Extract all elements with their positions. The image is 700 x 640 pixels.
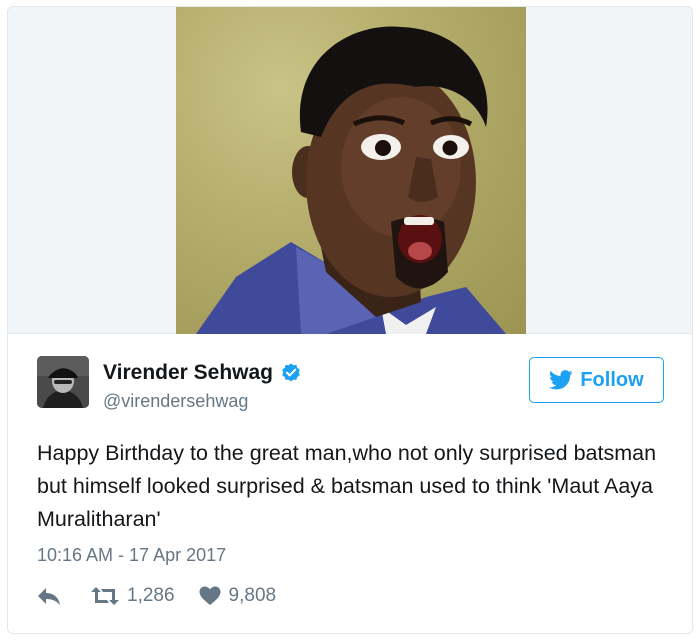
twitter-bird-icon	[549, 370, 573, 390]
tweet-text: Happy Birthday to the great man,who not …	[37, 441, 657, 531]
retweet-button[interactable]: 1,286	[91, 585, 175, 607]
tweet-photo[interactable]	[176, 7, 526, 334]
avatar-image	[37, 356, 89, 408]
author-avatar[interactable]	[37, 356, 89, 408]
tweet-actions: 1,286 9,808	[37, 583, 276, 609]
author-name[interactable]: Virender Sehwag	[103, 361, 273, 385]
verified-badge-icon	[282, 363, 300, 382]
tweet-card: Virender Sehwag @virendersehwag Follow H…	[7, 6, 693, 634]
reply-button[interactable]	[37, 586, 61, 606]
heart-icon	[199, 586, 221, 605]
follow-label: Follow	[580, 368, 644, 391]
tweet-media[interactable]	[8, 7, 692, 334]
author-name-row: Virender Sehwag	[103, 361, 302, 385]
author-handle[interactable]: @virendersehwag	[103, 391, 248, 412]
photo-illustration	[196, 26, 506, 334]
tweet-timestamp[interactable]: 10:16 AM - 17 Apr 2017	[37, 545, 226, 566]
like-count: 9,808	[228, 585, 277, 606]
like-button[interactable]: 9,808	[199, 585, 277, 607]
retweet-icon	[91, 587, 119, 605]
follow-button[interactable]: Follow	[529, 357, 664, 403]
retweet-count: 1,286	[127, 585, 175, 606]
reply-icon	[38, 588, 60, 605]
